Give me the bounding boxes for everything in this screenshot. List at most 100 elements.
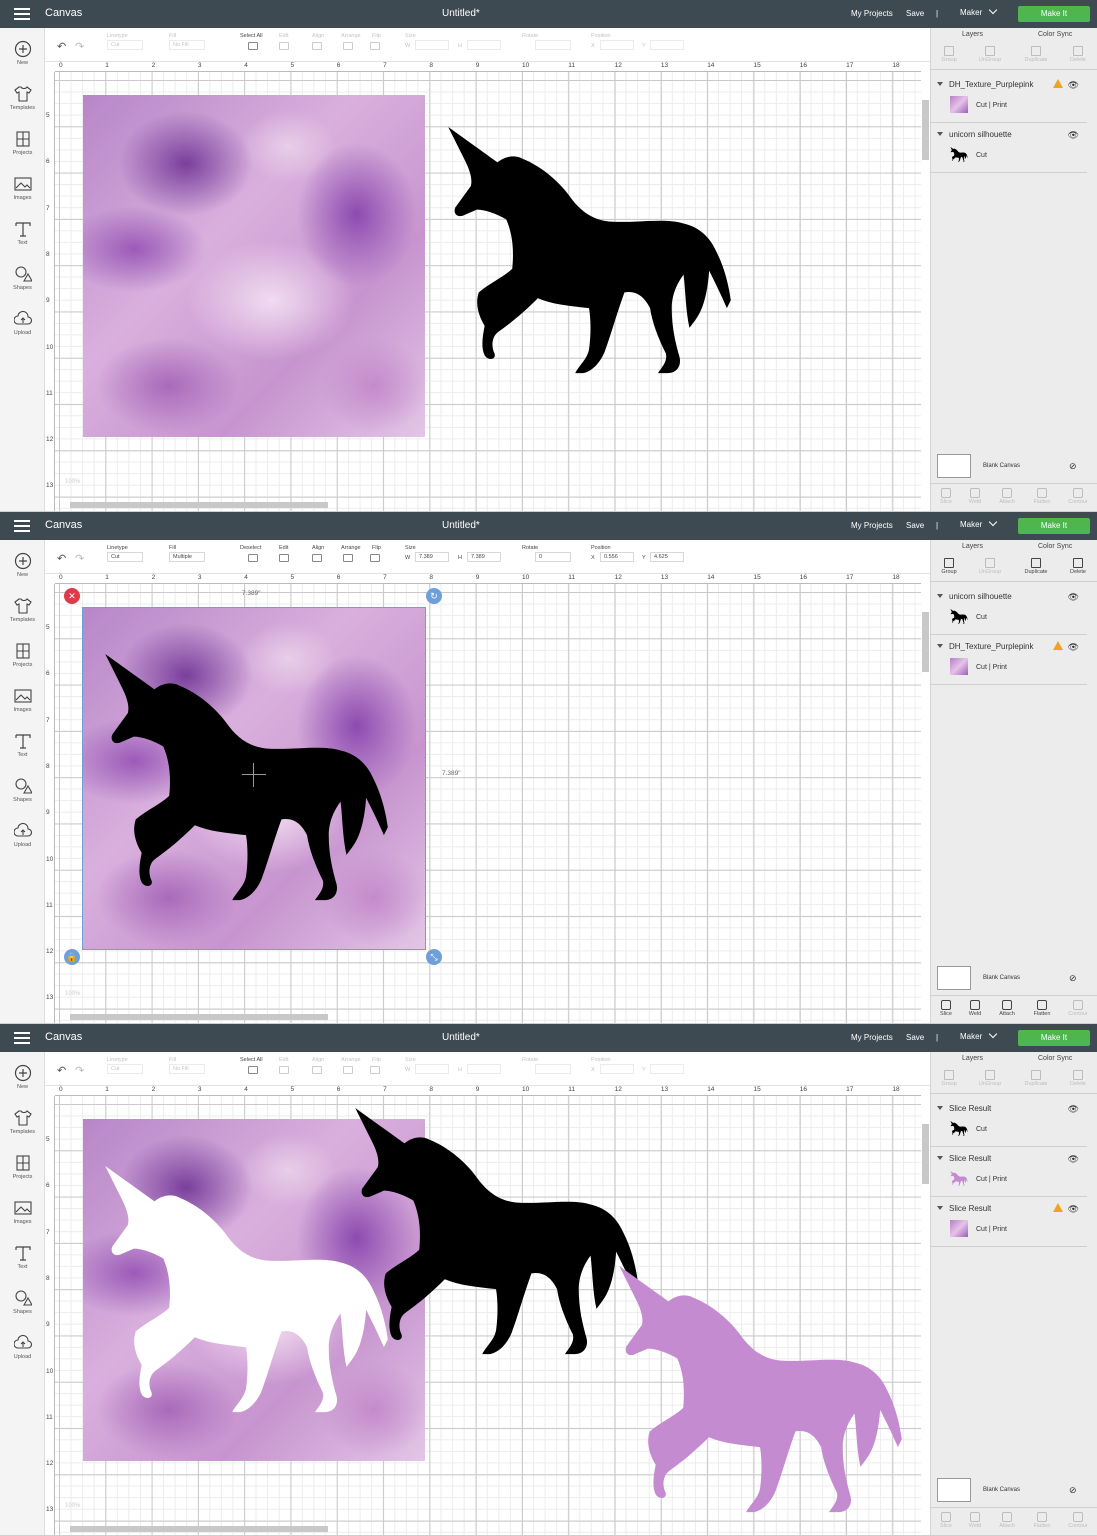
collapse-caret-icon[interactable] — [937, 594, 943, 598]
delete-button[interactable]: Delete — [1063, 558, 1093, 575]
save-button[interactable]: Save — [906, 521, 924, 530]
nav-new[interactable]: New — [0, 1064, 45, 1090]
duplicate-button[interactable]: Duplicate — [1021, 46, 1051, 63]
flatten-button[interactable]: Flatten — [1027, 1000, 1057, 1017]
contour-button[interactable]: Contour — [1063, 1000, 1093, 1017]
nav-text[interactable]: Text — [0, 1244, 45, 1270]
eye-icon[interactable]: 👁 — [1068, 1154, 1079, 1165]
nav-images[interactable]: Images — [0, 175, 45, 201]
blank-canvas-swatch[interactable] — [937, 966, 971, 990]
align-icon[interactable] — [312, 42, 322, 50]
nav-shapes[interactable]: Shapes — [0, 265, 45, 291]
nav-shapes[interactable]: Shapes — [0, 777, 45, 803]
select-all-icon[interactable] — [248, 42, 258, 50]
y-input[interactable] — [650, 1064, 684, 1074]
my-projects-link[interactable]: My Projects — [851, 521, 893, 530]
layer-operation[interactable]: Cut — [976, 1126, 987, 1133]
nav-projects[interactable]: Projects — [0, 642, 45, 668]
unicorn-watercolor[interactable] — [614, 1264, 910, 1520]
nav-templates[interactable]: Templates — [0, 1109, 45, 1135]
unicorn-silhouette[interactable] — [350, 1106, 646, 1362]
x-input[interactable] — [600, 40, 634, 50]
hidden-eye-icon[interactable]: ⊘ — [1069, 973, 1077, 984]
resize-handle[interactable]: ⤡ — [426, 949, 442, 965]
eye-icon[interactable]: 👁 — [1068, 1204, 1079, 1215]
nav-text[interactable]: Text — [0, 732, 45, 758]
duplicate-button[interactable]: Duplicate — [1021, 1070, 1051, 1087]
eye-icon[interactable]: 👁 — [1068, 592, 1079, 603]
align-icon[interactable] — [312, 1066, 322, 1074]
weld-button[interactable]: Weld — [960, 488, 990, 505]
attach-button[interactable]: Attach — [992, 1512, 1022, 1529]
vertical-scrollbar[interactable] — [922, 1124, 929, 1184]
arrange-icon[interactable] — [343, 42, 353, 50]
layer-operation[interactable]: Cut | Print — [976, 664, 1007, 671]
flip-icon[interactable] — [370, 42, 380, 50]
blank-canvas-swatch[interactable] — [937, 1478, 971, 1502]
layer-item[interactable]: Slice Result 👁 Cut | Print — [931, 1147, 1087, 1197]
nav-upload[interactable]: Upload — [0, 1334, 45, 1360]
nav-images[interactable]: Images — [0, 687, 45, 713]
select-all-icon[interactable] — [248, 1066, 258, 1074]
fill-select[interactable]: No Fill — [169, 40, 205, 50]
layer-operation[interactable]: Cut | Print — [976, 102, 1007, 109]
ungroup-button[interactable]: UnGroup — [975, 558, 1005, 575]
layer-item[interactable]: unicorn silhouette 👁 Cut — [931, 123, 1087, 173]
nav-new[interactable]: New — [0, 40, 45, 66]
attach-button[interactable]: Attach — [992, 488, 1022, 505]
edit-icon[interactable] — [279, 554, 289, 562]
height-input[interactable] — [467, 1064, 501, 1074]
collapse-caret-icon[interactable] — [937, 82, 943, 86]
rotate-input[interactable] — [535, 40, 571, 50]
width-input[interactable]: 7.389 — [415, 552, 449, 562]
document-title[interactable]: Untitled* — [442, 520, 480, 531]
collapse-caret-icon[interactable] — [937, 644, 943, 648]
unicorn-silhouette[interactable] — [443, 125, 739, 381]
layer-item[interactable]: DH_Texture_Purplepink 👁 Cut | Print — [931, 73, 1087, 123]
nav-templates[interactable]: Templates — [0, 597, 45, 623]
edit-icon[interactable] — [279, 1066, 289, 1074]
blank-canvas-row[interactable]: Blank Canvas ⊘ — [937, 454, 1087, 480]
menu-icon[interactable] — [14, 1032, 30, 1044]
attach-button[interactable]: Attach — [992, 1000, 1022, 1017]
nav-new[interactable]: New — [0, 552, 45, 578]
lock-handle[interactable]: 🔒 — [64, 949, 80, 965]
tab-color-sync[interactable]: Color Sync — [1038, 1055, 1072, 1062]
tab-layers[interactable]: Layers — [962, 31, 983, 38]
group-button[interactable]: Group — [934, 558, 964, 575]
tab-color-sync[interactable]: Color Sync — [1038, 31, 1072, 38]
menu-icon[interactable] — [14, 520, 30, 532]
linetype-select[interactable]: Cut — [107, 552, 143, 562]
zoom-level[interactable]: 100% — [65, 991, 80, 997]
hidden-eye-icon[interactable]: ⊘ — [1069, 1485, 1077, 1496]
height-input[interactable] — [467, 40, 501, 50]
rotate-handle[interactable]: ↻ — [426, 588, 442, 604]
layer-item[interactable]: DH_Texture_Purplepink 👁 Cut | Print — [931, 635, 1087, 685]
width-input[interactable] — [415, 1064, 449, 1074]
nav-projects[interactable]: Projects — [0, 1154, 45, 1180]
layer-operation[interactable]: Cut — [976, 614, 987, 621]
document-title[interactable]: Untitled* — [442, 8, 480, 19]
selection-box[interactable] — [82, 607, 426, 950]
nav-images[interactable]: Images — [0, 1199, 45, 1225]
blank-canvas-swatch[interactable] — [937, 454, 971, 478]
make-it-button[interactable]: Make It — [1018, 518, 1090, 534]
warning-icon[interactable] — [1053, 641, 1063, 650]
eye-icon[interactable]: 👁 — [1068, 80, 1079, 91]
undo-icon[interactable]: ↶ — [57, 552, 66, 565]
layer-operation[interactable]: Cut | Print — [976, 1176, 1007, 1183]
flip-icon[interactable] — [370, 554, 380, 562]
rotate-input[interactable] — [535, 1064, 571, 1074]
undo-icon[interactable]: ↶ — [57, 1064, 66, 1077]
save-button[interactable]: Save — [906, 1033, 924, 1042]
collapse-caret-icon[interactable] — [937, 132, 943, 136]
collapse-caret-icon[interactable] — [937, 1106, 943, 1110]
x-input[interactable]: 0.556 — [600, 552, 634, 562]
layer-item[interactable]: unicorn silhouette 👁 Cut — [931, 585, 1087, 635]
tab-layers[interactable]: Layers — [962, 1055, 983, 1062]
width-input[interactable] — [415, 40, 449, 50]
linetype-select[interactable]: Cut — [107, 40, 143, 50]
nav-shapes[interactable]: Shapes — [0, 1289, 45, 1315]
y-input[interactable] — [650, 40, 684, 50]
collapse-caret-icon[interactable] — [937, 1156, 943, 1160]
